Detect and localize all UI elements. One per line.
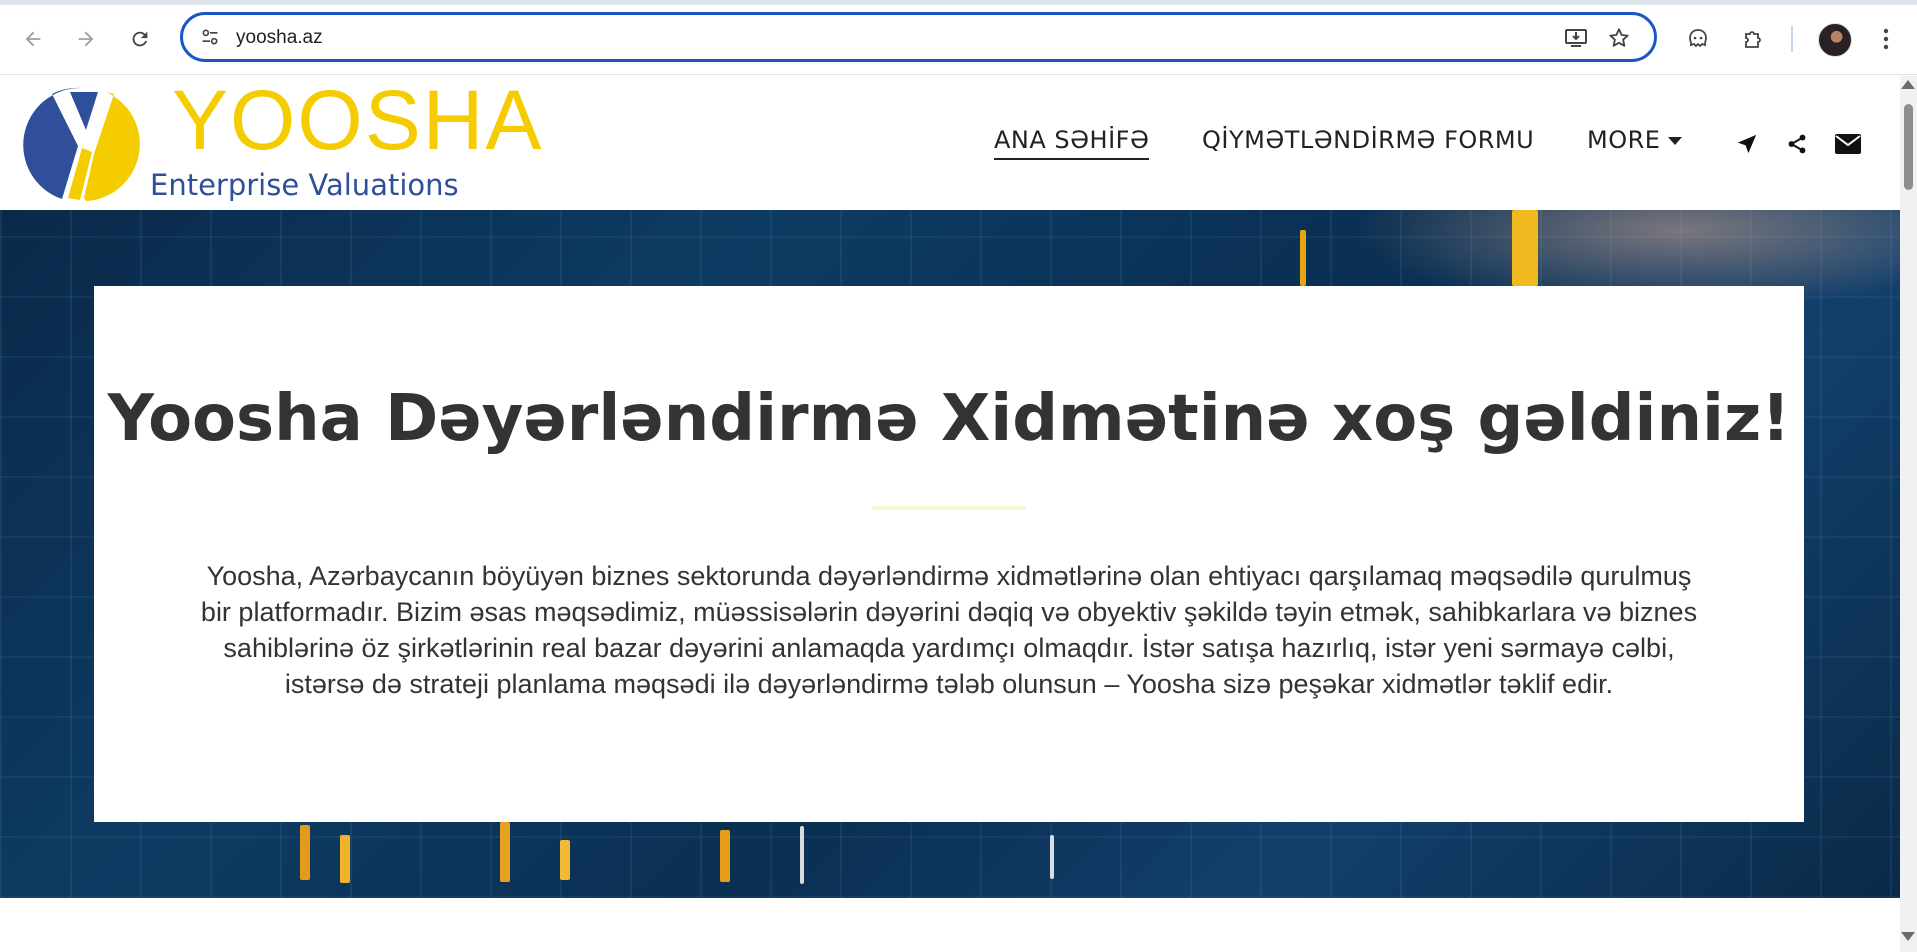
address-bar[interactable]: yoosha.az	[180, 12, 1657, 62]
kebab-menu-icon[interactable]	[1869, 22, 1903, 56]
hero-candle	[800, 826, 804, 884]
hero-candle	[1050, 835, 1054, 879]
toolbar-separator	[1791, 26, 1793, 52]
scrollbar-thumb[interactable]	[1904, 104, 1913, 190]
reload-icon[interactable]	[123, 22, 157, 56]
hero-candle	[500, 822, 510, 882]
hero-candle	[560, 840, 570, 880]
forward-arrow-icon[interactable]	[69, 22, 103, 56]
bookmark-star-icon[interactable]	[1606, 25, 1632, 51]
scroll-down-arrow-icon[interactable]	[1901, 932, 1915, 941]
hero-candle	[340, 835, 350, 883]
title-divider	[872, 506, 1026, 510]
back-arrow-icon[interactable]	[16, 22, 50, 56]
logo-y-mark-icon	[23, 87, 140, 201]
welcome-title: Yoosha Dəyərləndirmə Xidmətinə xoş gəldi…	[107, 382, 1791, 456]
site-info-icon[interactable]	[197, 24, 223, 50]
welcome-card: Yoosha Dəyərləndirmə Xidmətinə xoş gəldi…	[94, 286, 1804, 822]
nav-more-label: MORE	[1587, 126, 1661, 154]
intro-paragraph: Yoosha, Azərbaycanın böyüyən biznes sekt…	[200, 561, 1698, 699]
hero-candle	[720, 830, 730, 882]
page-scrollbar[interactable]	[1900, 76, 1917, 952]
site-header: YOOSHA Enterprise Valuations ANA SƏHİFƏ …	[0, 76, 1900, 210]
browser-toolbar: yoosha.az	[0, 0, 1917, 75]
location-arrow-icon[interactable]	[1733, 130, 1761, 158]
share-icon[interactable]	[1783, 130, 1811, 158]
hero-candle	[300, 825, 310, 880]
hero-candle	[1300, 230, 1306, 286]
caret-down-icon	[1668, 137, 1683, 145]
hero-section: Yoosha Dəyərləndirmə Xidmətinə xoş gəldi…	[0, 210, 1900, 898]
profile-avatar[interactable]	[1818, 23, 1852, 57]
logo-wordmark: YOOSHA	[172, 73, 544, 167]
url-text[interactable]: yoosha.az	[236, 27, 323, 49]
site-logo[interactable]: YOOSHA Enterprise Valuations	[20, 78, 541, 206]
nav-link-home[interactable]: ANA SƏHİFƏ	[994, 126, 1150, 160]
scroll-up-arrow-icon[interactable]	[1901, 80, 1915, 89]
tab-strip-edge	[0, 0, 1917, 5]
extensions-puzzle-icon[interactable]	[1737, 22, 1771, 56]
nav-more-dropdown[interactable]: MORE	[1587, 126, 1683, 154]
hero-candle	[1512, 210, 1538, 286]
envelope-icon[interactable]	[1834, 130, 1862, 158]
logo-tagline: Enterprise Valuations	[150, 168, 459, 202]
nav-link-valuation-form[interactable]: QİYMƏTLƏNDİRMƏ FORMU	[1202, 126, 1534, 154]
extension-ghost-icon[interactable]	[1681, 22, 1715, 56]
install-app-icon[interactable]	[1563, 25, 1589, 51]
